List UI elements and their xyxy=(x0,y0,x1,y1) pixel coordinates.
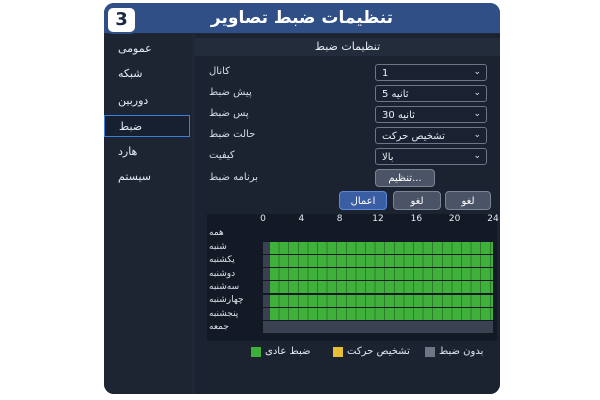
sidebar-item-general[interactable]: عمومی xyxy=(104,38,190,60)
schedule-setup-button[interactable]: تنظیم... xyxy=(375,169,435,187)
chevron-down-icon: ⌄ xyxy=(473,88,481,98)
record-mode-select[interactable]: تشخیص حرکت ⌄ xyxy=(375,127,487,144)
channel-value: 1 xyxy=(382,68,389,79)
quality-select[interactable]: بالا ⌄ xyxy=(375,148,487,165)
hour-tick-label: 20 xyxy=(448,214,461,224)
record-segment[interactable] xyxy=(269,308,493,320)
post-record-value: 30 ثانیه xyxy=(382,110,415,121)
chevron-down-icon: ⌄ xyxy=(473,67,481,77)
main-panel: تنظیمات ضبط کانال 1 ⌄ پیش ضبط 5 ثانیه ⌄ پس… xyxy=(195,34,500,394)
post-record-select[interactable]: 30 ثانیه ⌄ xyxy=(375,106,487,123)
pre-record-select[interactable]: 5 ثانیه ⌄ xyxy=(375,85,487,102)
record-segment[interactable] xyxy=(269,294,493,307)
day-label[interactable]: پنجشنبه xyxy=(209,308,259,321)
record-segment[interactable] xyxy=(269,241,493,254)
chevron-down-icon: ⌄ xyxy=(473,109,481,119)
section-title: تنظیمات ضبط xyxy=(195,38,500,56)
channel-label: کانال xyxy=(209,66,230,77)
post-record-label: پس ضبط xyxy=(209,108,249,119)
cancel-button[interactable]: لغو xyxy=(393,191,441,210)
all-days-label[interactable]: همه xyxy=(209,227,259,240)
record-mode-label: حالت ضبط xyxy=(209,129,256,140)
chevron-down-icon: ⌄ xyxy=(473,130,481,140)
pre-record-label: پیش ضبط xyxy=(209,87,252,98)
record-segment[interactable] xyxy=(269,281,493,294)
record-segment[interactable] xyxy=(269,268,493,281)
schedule-grid[interactable]: 0 4 8 12 16 20 24 همه شنبه یکشنبه دوشنبه سه‌شنبه چ… xyxy=(207,214,499,341)
normal-record-swatch xyxy=(251,347,261,357)
day-label[interactable]: شنبه xyxy=(209,241,259,254)
quality-label: کیفیت xyxy=(209,150,235,161)
quality-value: بالا xyxy=(382,152,394,163)
apply-button[interactable]: اعمال xyxy=(339,191,387,210)
sidebar-item-camera[interactable]: دوربین xyxy=(104,90,190,112)
sidebar: عمومی شبکه دوربین ضبط هارد سیستم xyxy=(104,34,192,394)
sidebar-item-network[interactable]: شبکه xyxy=(104,63,190,85)
page-title: تنظیمات ضبط تصاویر xyxy=(210,8,394,28)
sidebar-item-hdd[interactable]: هارد xyxy=(104,141,190,163)
hour-tick-label: 4 xyxy=(298,214,305,224)
record-segment[interactable] xyxy=(269,254,493,267)
schedule-label: برنامه ضبط xyxy=(209,172,259,183)
no-record-swatch xyxy=(425,347,435,357)
day-label[interactable]: دوشنبه xyxy=(209,268,259,281)
record-mode-value: تشخیص حرکت xyxy=(382,131,445,142)
day-label[interactable]: جمعه xyxy=(209,321,259,334)
day-label[interactable]: سه‌شنبه xyxy=(209,281,259,294)
settings-window: 3 تنظیمات ضبط تصاویر عمومی شبکه دوربین ض… xyxy=(104,3,500,394)
title-bar: 3 تنظیمات ضبط تصاویر xyxy=(104,3,500,34)
sidebar-item-system[interactable]: سیستم xyxy=(104,166,190,188)
chevron-down-icon: ⌄ xyxy=(473,151,481,161)
legend-none: بدون ضبط xyxy=(439,346,484,357)
hour-tick-label: 0 xyxy=(260,214,266,224)
day-label[interactable]: چهارشنبه xyxy=(209,294,259,307)
day-label[interactable]: یکشنبه xyxy=(209,254,259,267)
channel-select[interactable]: 1 ⌄ xyxy=(375,64,487,81)
hour-tick-label: 24 xyxy=(487,214,499,224)
cancel-button-2[interactable]: لغو xyxy=(445,191,491,210)
hour-tick-label: 12 xyxy=(372,214,384,224)
pre-record-value: 5 ثانیه xyxy=(382,89,409,100)
sidebar-item-record[interactable]: ضبط xyxy=(104,115,190,137)
hour-tick-label: 16 xyxy=(410,214,423,224)
motion-swatch xyxy=(333,347,343,357)
day-timeline[interactable] xyxy=(263,321,493,334)
hour-tick-label: 8 xyxy=(336,214,343,224)
legend-normal: ضبط عادی xyxy=(265,346,311,357)
legend-motion: تشخیص حرکت xyxy=(347,346,410,357)
